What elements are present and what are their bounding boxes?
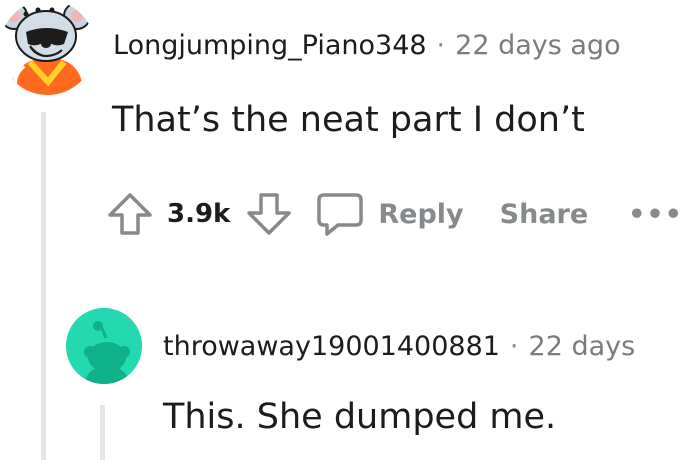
koala-avatar-icon: [0, 0, 95, 95]
comment-meta: Longjumping_Piano348 · 22 days ago: [113, 30, 621, 61]
thread-line-top-comment[interactable]: [41, 112, 46, 460]
timestamp[interactable]: 22 days ago: [455, 30, 620, 61]
avatar[interactable]: [0, 0, 95, 95]
more-options-button[interactable]: •••: [628, 199, 683, 230]
timestamp[interactable]: 22 days: [529, 331, 636, 362]
avatar[interactable]: [66, 308, 142, 384]
vote-count: 3.9k: [167, 199, 231, 229]
comment-body: That’s the neat part I don’t: [112, 100, 585, 140]
username-link[interactable]: Longjumping_Piano348: [113, 30, 427, 61]
default-snoo-avatar-icon: [66, 308, 142, 384]
username-link[interactable]: throwaway19001400881: [163, 331, 500, 362]
reply-label: Reply: [378, 198, 464, 230]
comment-bubble-icon: [316, 191, 364, 237]
reply-button[interactable]: Reply: [316, 191, 464, 237]
comment-meta: throwaway19001400881 · 22 days: [163, 331, 635, 362]
meta-separator: ·: [436, 30, 446, 61]
comment-body: This. She dumped me.: [163, 397, 557, 437]
share-button[interactable]: Share: [500, 199, 589, 230]
upvote-icon[interactable]: [107, 191, 153, 237]
downvote-icon[interactable]: [246, 191, 292, 237]
meta-separator: ·: [509, 331, 519, 362]
comment-action-bar: 3.9k Reply Share •••: [107, 186, 683, 242]
thread-line-reply[interactable]: [100, 405, 105, 460]
